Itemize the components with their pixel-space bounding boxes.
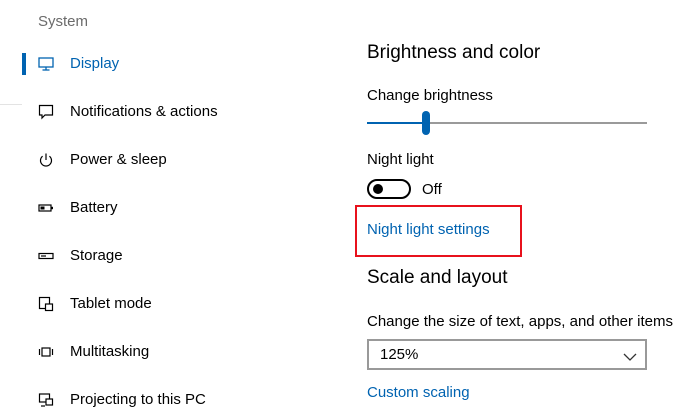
- tablet-mode-icon: [38, 296, 54, 312]
- sidebar-item-label: Battery: [70, 199, 118, 216]
- sidebar-item-label: Power & sleep: [70, 151, 167, 168]
- scale-dropdown[interactable]: 125%: [367, 339, 647, 370]
- monitor-icon: [38, 56, 54, 72]
- night-light-toggle[interactable]: [367, 179, 411, 199]
- sidebar-item-projecting[interactable]: Projecting to this PC: [0, 385, 340, 415]
- sidebar-item-display[interactable]: Display: [0, 49, 340, 79]
- active-indicator: [22, 53, 26, 75]
- brightness-color-heading: Brightness and color: [367, 42, 541, 63]
- custom-scaling-link[interactable]: Custom scaling: [367, 384, 470, 401]
- sidebar-item-tablet-mode[interactable]: Tablet mode: [0, 289, 340, 319]
- sidebar-item-power-sleep[interactable]: Power & sleep: [0, 145, 340, 175]
- sidebar-item-label: Tablet mode: [70, 295, 152, 312]
- sidebar-item-label: Notifications & actions: [70, 103, 218, 120]
- toggle-knob: [373, 184, 383, 194]
- night-light-settings-link[interactable]: Night light settings: [367, 221, 490, 238]
- storage-icon: [38, 248, 54, 264]
- scale-size-label: Change the size of text, apps, and other…: [367, 313, 674, 330]
- projecting-icon: [38, 392, 54, 408]
- battery-icon: [38, 200, 54, 216]
- change-brightness-label: Change brightness: [367, 87, 493, 104]
- sidebar-item-label: Storage: [70, 247, 123, 264]
- sidebar-item-label: Display: [70, 55, 120, 72]
- chevron-down-icon: [623, 349, 637, 361]
- sidebar: System Display Notifications & actions P…: [0, 0, 340, 408]
- power-icon: [38, 152, 54, 168]
- sidebar-item-notifications[interactable]: Notifications & actions: [0, 97, 340, 127]
- slider-fill: [367, 122, 426, 124]
- multitasking-icon: [38, 344, 54, 360]
- brightness-slider[interactable]: [367, 111, 647, 135]
- slider-thumb[interactable]: [422, 111, 430, 135]
- sidebar-item-label: Multitasking: [70, 343, 150, 360]
- sidebar-item-battery[interactable]: Battery: [0, 193, 340, 223]
- notification-icon: [38, 104, 54, 120]
- night-light-label: Night light: [367, 151, 434, 168]
- sidebar-item-multitasking[interactable]: Multitasking: [0, 337, 340, 367]
- sidebar-item-label: Projecting to this PC: [70, 391, 206, 408]
- sidebar-title: System: [38, 13, 89, 30]
- night-light-state: Off: [422, 181, 442, 198]
- scale-layout-heading: Scale and layout: [367, 267, 508, 288]
- scale-dropdown-value: 125%: [380, 346, 419, 363]
- sidebar-item-storage[interactable]: Storage: [0, 241, 340, 271]
